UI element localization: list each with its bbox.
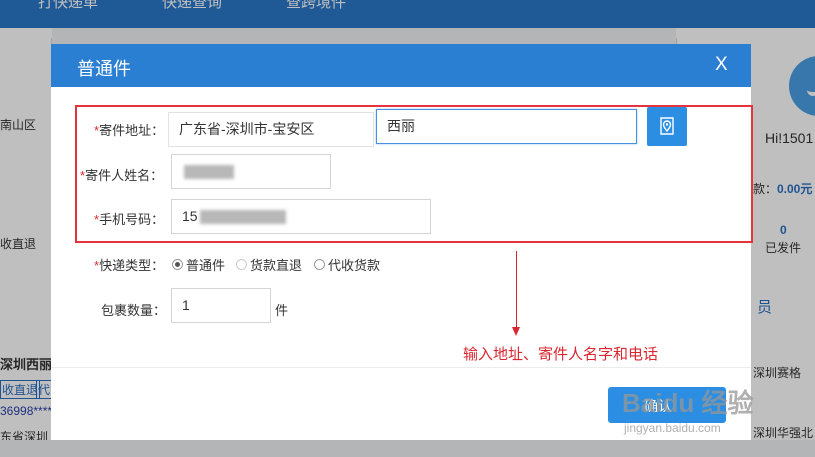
location-pin-icon xyxy=(660,117,674,135)
balance-value: 0.00元 xyxy=(777,182,813,196)
right-item: 深圳华强北 xyxy=(753,426,814,440)
express-type-label-text: 快递类型： xyxy=(99,258,165,273)
phone-label: *手机号码： xyxy=(94,209,164,228)
modal-header: 普通件 X xyxy=(51,44,751,87)
phone-label-text: 手机号码： xyxy=(99,212,165,227)
watermark-url: jingyan.baidu.com xyxy=(624,421,721,435)
avatar xyxy=(789,56,815,116)
close-icon[interactable]: X xyxy=(715,54,728,76)
left-fragment: 南山区 xyxy=(0,118,37,132)
shipped-label: 已发件 xyxy=(765,241,802,255)
left-tag: 代 xyxy=(36,380,53,399)
shipment-modal: 普通件 X *寄件地址： 广东省-深圳市-宝安区 西丽 *寄件人姓名： *手机号… xyxy=(51,44,753,440)
right-item: 深圳赛格 xyxy=(753,366,802,380)
annotation-arrowhead xyxy=(512,327,520,336)
sender-name-input[interactable] xyxy=(171,154,331,189)
redacted-mask xyxy=(184,165,234,180)
package-unit: 件 xyxy=(275,303,289,318)
left-tag: 收直退 xyxy=(0,380,41,399)
radio-cod[interactable]: 代收货款 xyxy=(314,255,380,274)
phone-input[interactable]: 15 xyxy=(171,199,431,234)
radio-label: 普通件 xyxy=(186,258,226,273)
footer-divider xyxy=(51,367,751,368)
address-detail-input[interactable]: 西丽 xyxy=(376,109,637,144)
watermark: Baidu 经验 xyxy=(622,388,754,418)
sender-address-label-text: 寄件地址： xyxy=(99,123,165,138)
nav-item-cross-border[interactable]: 查跨境件 xyxy=(286,0,346,12)
sender-address-label: *寄件地址： xyxy=(94,120,164,139)
member-link[interactable]: 员 xyxy=(757,296,772,317)
redacted-mask xyxy=(199,210,286,225)
user-greeting: Hi!1501 xyxy=(765,130,814,146)
left-order-list: 南山区 收直退 深圳西丽 收直退 代 36998**** 东省深圳 xyxy=(0,38,52,448)
annotation-arrow xyxy=(516,251,517,331)
nav-item-tracking[interactable]: 快递查询 xyxy=(162,0,222,12)
top-nav: 打快递单 快递查询 查跨境件 xyxy=(0,0,815,28)
left-fragment: 36998**** xyxy=(0,404,53,418)
phone-value: 15 xyxy=(182,208,198,224)
sender-name-label-text: 寄件人姓名： xyxy=(85,168,164,183)
balance-label: 款： xyxy=(753,182,778,196)
modal-title: 普通件 xyxy=(77,59,131,79)
radio-indicator xyxy=(236,259,247,270)
location-button[interactable] xyxy=(647,107,687,146)
nav-item-print-label[interactable]: 打快递单 xyxy=(38,0,98,12)
radio-indicator xyxy=(172,259,183,270)
annotation-text: 输入地址、寄件人名字和电话 xyxy=(463,346,659,363)
left-fragment: 深圳西丽 xyxy=(0,357,53,372)
page-bottom xyxy=(0,440,815,457)
express-type-label: *快递类型： xyxy=(94,255,164,274)
radio-indicator xyxy=(314,259,325,270)
radio-label: 货款直退 xyxy=(250,258,303,273)
package-count-label: 包裹数量： xyxy=(101,303,167,318)
left-fragment: 收直退 xyxy=(0,237,37,251)
package-count-input[interactable]: 1 xyxy=(171,288,271,323)
radio-label: 代收货款 xyxy=(328,258,381,273)
radio-payment-refund[interactable]: 货款直退 xyxy=(236,255,302,274)
region-select[interactable]: 广东省-深圳市-宝安区 xyxy=(168,112,374,147)
radio-standard[interactable]: 普通件 xyxy=(172,255,225,274)
sender-name-label: *寄件人姓名： xyxy=(80,165,163,184)
shipped-count: 0 xyxy=(780,223,787,237)
